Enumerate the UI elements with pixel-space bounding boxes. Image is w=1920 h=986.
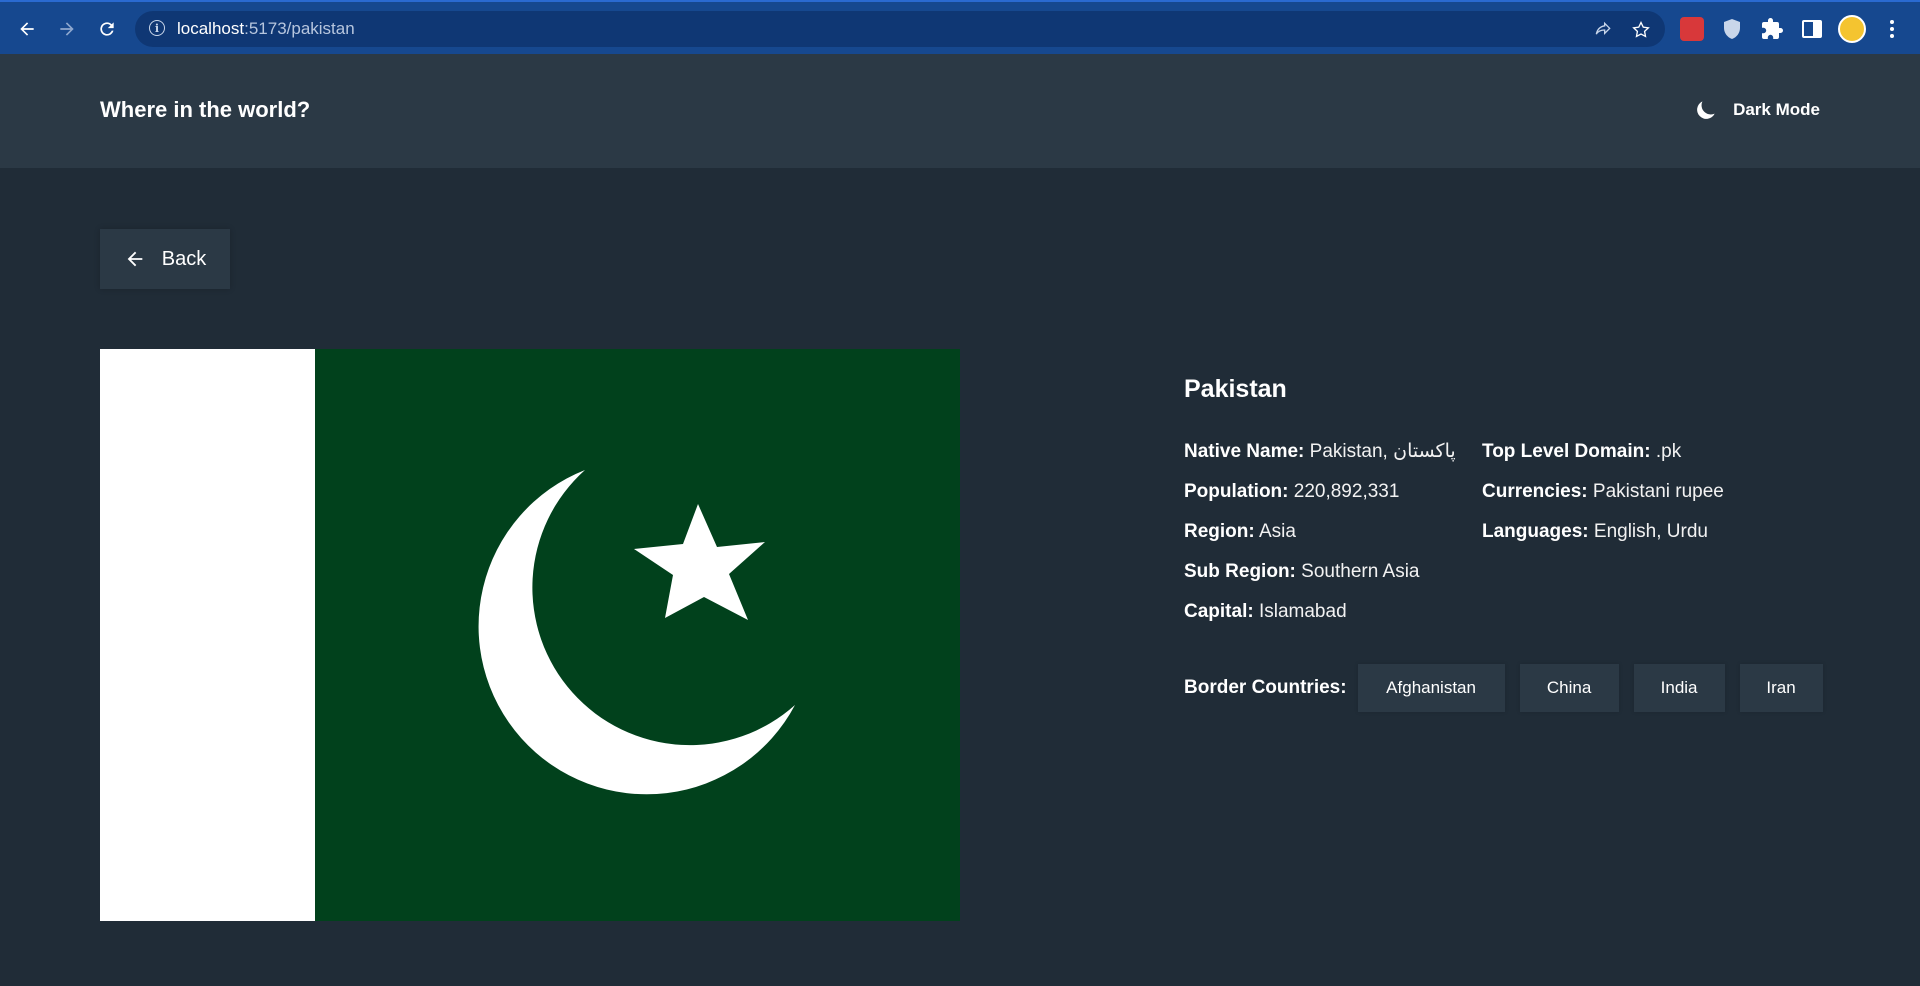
detail-population: Population: 220,892,331 <box>1184 481 1400 502</box>
detail-region: Region: Asia <box>1184 521 1296 542</box>
side-panel-icon[interactable] <box>1800 17 1824 41</box>
browser-toolbar: i localhost:5173/pakistan <box>0 0 1920 54</box>
address-bar[interactable]: i localhost:5173/pakistan <box>135 11 1665 47</box>
bookmark-star-icon[interactable] <box>1631 20 1651 40</box>
site-info-icon[interactable]: i <box>149 20 165 36</box>
border-country-button[interactable]: Afghanistan <box>1357 664 1505 712</box>
border-country-button[interactable]: Iran <box>1739 664 1823 712</box>
border-country-button[interactable]: China <box>1519 664 1619 712</box>
detail-languages: Languages: English, Urdu <box>1482 521 1708 542</box>
detail-capital: Capital: Islamabad <box>1184 601 1347 622</box>
back-button[interactable]: Back <box>100 229 230 289</box>
flag-white-band <box>100 349 315 921</box>
puzzle-extensions-icon[interactable] <box>1760 17 1784 41</box>
extension-icon[interactable] <box>1680 17 1704 41</box>
border-countries: Border Countries: Afghanistan China Indi… <box>1184 664 1823 712</box>
country-flag <box>100 349 960 921</box>
border-country-button[interactable]: India <box>1633 664 1725 712</box>
back-button-label: Back <box>161 247 207 270</box>
url-text: localhost:5173/pakistan <box>177 19 355 38</box>
forward-nav-icon[interactable] <box>54 16 80 42</box>
theme-toggle-label: Dark Mode <box>1733 100 1820 119</box>
details-left-column: Native Name: Pakistan, پاکستان Populatio… <box>1184 432 1482 632</box>
profile-avatar[interactable] <box>1838 15 1866 43</box>
details-right-column: Top Level Domain: .pk Currencies: Pakist… <box>1482 432 1812 632</box>
country-name: Pakistan <box>1184 375 1287 403</box>
app-header: Where in the world? Dark Mode <box>0 54 1920 168</box>
reload-icon[interactable] <box>94 16 120 42</box>
detail-native-name: Native Name: Pakistan, پاکستان <box>1184 441 1456 462</box>
detail-currencies: Currencies: Pakistani rupee <box>1482 481 1724 502</box>
back-nav-icon[interactable] <box>14 16 40 42</box>
app-title: Where in the world? <box>100 97 311 122</box>
detail-sub-region: Sub Region: Southern Asia <box>1184 561 1420 582</box>
country-details: Pakistan Native Name: Pakistan, پاکستان … <box>1184 375 1820 632</box>
detail-top-level-domain: Top Level Domain: .pk <box>1482 441 1682 462</box>
menu-kebab-icon[interactable] <box>1880 17 1904 41</box>
arrow-left-icon <box>127 251 143 267</box>
theme-toggle-button[interactable]: Dark Mode <box>1693 97 1820 123</box>
shield-extension-icon[interactable] <box>1720 17 1744 41</box>
moon-icon <box>1697 101 1715 119</box>
share-icon[interactable] <box>1593 20 1613 40</box>
border-countries-label: Border Countries: <box>1184 677 1347 698</box>
